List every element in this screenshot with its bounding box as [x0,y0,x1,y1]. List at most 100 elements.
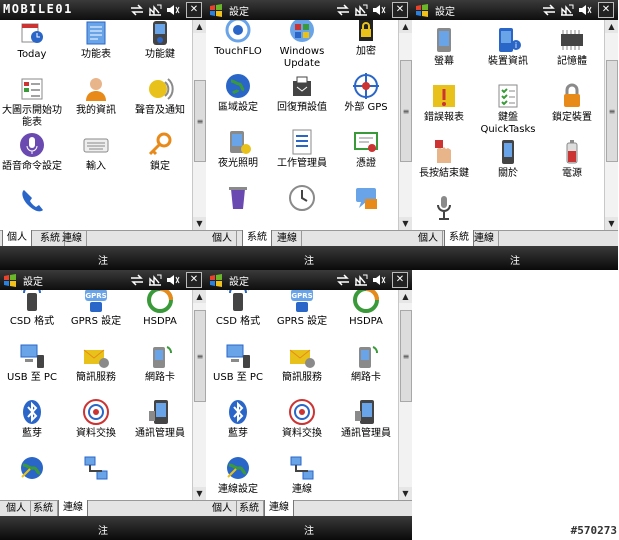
scroll-down-arrow[interactable]: ▼ [399,217,412,230]
settings-item[interactable]: 通訊管理員 [128,394,192,450]
scroll-thumb[interactable]: ≡ [194,310,206,402]
settings-item[interactable]: 鎖定裝置 [540,78,604,134]
scroll-up-arrow[interactable]: ▲ [399,290,412,303]
tab[interactable]: 個人 [208,231,237,246]
settings-item[interactable]: 工作管理員 [270,124,334,180]
settings-item[interactable]: 夜光照明 [206,124,270,180]
settings-item[interactable]: 功能鍵 [128,20,192,71]
settings-item[interactable]: 語音命令設定 [0,127,64,183]
settings-item[interactable]: 憑證 [334,124,398,180]
settings-item[interactable]: 資料交換 [64,394,128,450]
settings-item[interactable]: TouchFLO [206,20,270,68]
settings-item[interactable]: 連線 [270,450,334,500]
settings-item[interactable] [64,450,128,500]
tab[interactable]: 系統 [235,501,264,516]
volume-icon[interactable] [166,274,180,286]
vertical-scrollbar[interactable]: ▲ ≡ ▼ [398,20,412,230]
soft-key[interactable]: 注 [206,522,412,537]
vertical-scrollbar[interactable]: ▲ ≡ ▼ [192,290,206,500]
tab[interactable]: 個人 [2,230,32,247]
settings-item[interactable]: 藍芽 [0,394,64,450]
volume-icon[interactable] [578,4,592,16]
settings-item[interactable] [0,183,64,230]
settings-item[interactable]: USB 至 PC [206,338,270,394]
settings-item[interactable]: 鎖定 [128,127,192,183]
scroll-down-arrow[interactable]: ▼ [399,487,412,500]
scroll-thumb[interactable]: ≡ [400,310,412,402]
tab[interactable]: 連線 [470,231,499,246]
scroll-thumb[interactable]: ≡ [400,60,412,162]
settings-item[interactable]: i 裝置資訊 [476,22,540,78]
connectivity-icon[interactable] [130,4,144,16]
settings-item[interactable]: 長按結束鍵 [412,134,476,190]
windows-start-icon[interactable] [415,3,429,17]
tab[interactable]: 個人 [208,501,237,516]
windows-start-icon[interactable] [209,273,223,287]
connectivity-icon[interactable] [336,4,350,16]
windows-start-icon[interactable] [209,3,223,17]
tab[interactable]: 連線 [58,231,87,246]
connectivity-icon[interactable] [336,274,350,286]
settings-item[interactable]: 螢幕 [412,22,476,78]
scroll-up-arrow[interactable]: ▲ [605,20,618,33]
tab[interactable]: 系統 [29,501,58,516]
volume-icon[interactable] [372,274,386,286]
volume-icon[interactable] [372,4,386,16]
connectivity-icon[interactable] [542,4,556,16]
settings-item[interactable]: 關於 [476,134,540,190]
tab[interactable]: 個人 [2,501,31,516]
settings-item[interactable]: 功能表 [64,20,128,71]
settings-item[interactable] [270,180,334,230]
settings-item[interactable] [206,180,270,230]
settings-item[interactable] [412,190,476,230]
settings-item[interactable]: 記憶體 [540,22,604,78]
settings-item[interactable]: 區域設定 [206,68,270,124]
scroll-down-arrow[interactable]: ▼ [605,217,618,230]
signal-icon[interactable] [354,4,368,16]
settings-item[interactable]: 簡訊服務 [64,338,128,394]
vertical-scrollbar[interactable]: ▲ ≡ ▼ [604,20,618,230]
signal-icon[interactable] [560,4,574,16]
settings-item[interactable]: GPRS GPRS 設定 [64,290,128,338]
settings-item[interactable]: CSD 格式 [0,290,64,338]
scroll-up-arrow[interactable]: ▲ [399,20,412,33]
scroll-down-arrow[interactable]: ▼ [193,217,206,230]
settings-item[interactable]: 藍芽 [206,394,270,450]
soft-key[interactable]: 注 [412,252,618,267]
signal-icon[interactable] [148,274,162,286]
connectivity-icon[interactable] [130,274,144,286]
soft-key[interactable]: 注 [0,522,206,537]
close-button[interactable]: ✕ [392,272,408,288]
scroll-up-arrow[interactable]: ▲ [193,20,206,33]
settings-item[interactable]: 輸入 [64,127,128,183]
settings-item[interactable]: 網路卡 [334,338,398,394]
signal-icon[interactable] [148,4,162,16]
settings-item[interactable]: 聲音及通知 [128,71,192,127]
settings-item[interactable]: 網路卡 [128,338,192,394]
settings-item[interactable]: 大圖示開始功能表 [0,71,64,128]
settings-item[interactable]: 鍵盤 QuickTasks [476,78,540,135]
soft-key[interactable]: 注 [206,252,412,267]
settings-item[interactable]: GPRS GPRS 設定 [270,290,334,338]
close-button[interactable]: ✕ [598,2,614,18]
settings-item[interactable]: HSDPA [334,290,398,338]
settings-item[interactable]: HSDPA [128,290,192,338]
settings-item[interactable]: 我的資訊 [64,71,128,127]
settings-item[interactable]: 連線設定 [206,450,270,500]
soft-key[interactable]: 注 [0,252,206,267]
settings-item[interactable]: 簡訊服務 [270,338,334,394]
settings-item[interactable]: 錯誤報表 [412,78,476,134]
settings-item[interactable]: 回復預設值 [270,68,334,124]
scroll-thumb[interactable]: ≡ [606,60,618,162]
settings-item[interactable] [334,180,398,230]
tab[interactable]: 個人 [414,231,443,246]
close-button[interactable]: ✕ [186,272,202,288]
scroll-thumb[interactable]: ≡ [194,80,206,162]
vertical-scrollbar[interactable]: ▲ ≡ ▼ [398,290,412,500]
tab[interactable]: 連線 [264,500,294,517]
vertical-scrollbar[interactable]: ▲ ≡ ▼ [192,20,206,230]
close-button[interactable]: ✕ [186,2,202,18]
close-button[interactable]: ✕ [392,2,408,18]
settings-item[interactable]: Windows Update [270,20,334,69]
settings-item[interactable]: Today [0,20,64,71]
